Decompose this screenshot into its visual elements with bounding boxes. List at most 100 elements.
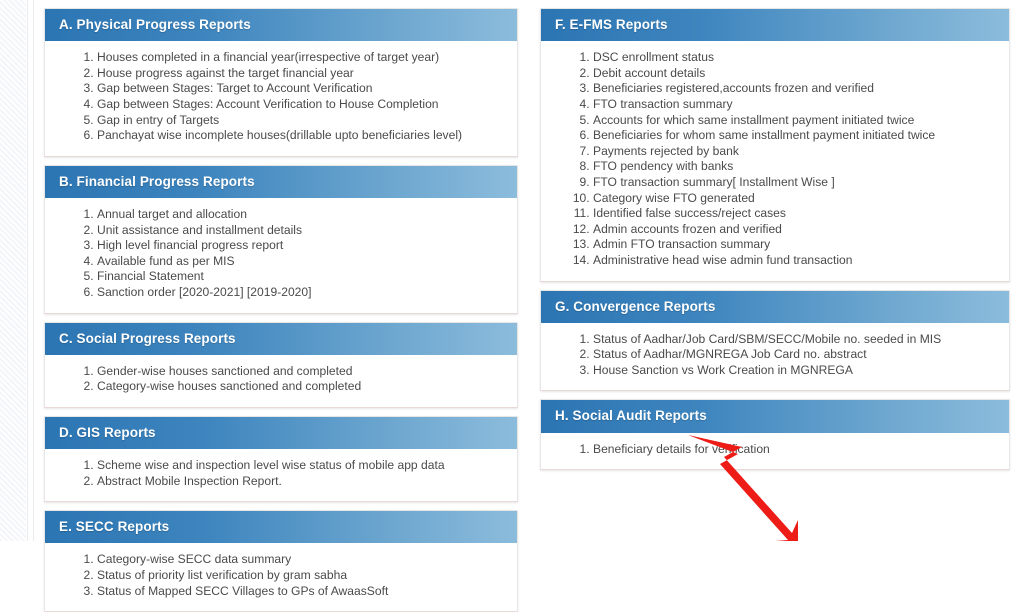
- report-list-item[interactable]: Panchayat wise incomplete houses(drillab…: [97, 128, 507, 144]
- report-list-e-fms-reports: DSC enrollment status Debit account detai…: [551, 50, 999, 268]
- report-link-label[interactable]: FTO transaction summary[ Installment Wis…: [593, 175, 835, 189]
- report-link-label[interactable]: Debit account details: [593, 66, 705, 80]
- report-link-label[interactable]: Gender-wise houses sanctioned and comple…: [97, 364, 352, 378]
- report-link-label[interactable]: Gap between Stages: Target to Account Ve…: [97, 81, 372, 95]
- report-list-item[interactable]: Status of Aadhar/MGNREGA Job Card no. ab…: [593, 347, 999, 363]
- report-list-item[interactable]: Gap in entry of Targets: [97, 113, 507, 129]
- report-card-financial-progress-reports: B. Financial Progress Reports Annual targ…: [44, 164, 518, 314]
- card-header-physical-progress-reports: A. Physical Progress Reports: [45, 9, 517, 42]
- report-link-label[interactable]: Beneficiaries for whom same installment …: [593, 128, 935, 142]
- card-header-social-audit-reports: H. Social Audit Reports: [541, 400, 1009, 433]
- report-link-label[interactable]: DSC enrollment status: [593, 50, 714, 64]
- report-card-e-fms-reports: F. E-FMS Reports DSC enrollment status Deb…: [540, 8, 1010, 282]
- report-list-item[interactable]: Beneficiaries registered,accounts frozen…: [593, 81, 999, 97]
- report-list-item[interactable]: Administrative head wise admin fund tran…: [593, 253, 999, 269]
- report-link-label[interactable]: Houses completed in a financial year(irr…: [97, 50, 439, 64]
- report-list-item[interactable]: Payments rejected by bank: [593, 144, 999, 160]
- report-list-item[interactable]: Status of Aadhar/Job Card/SBM/SECC/Mobil…: [593, 332, 999, 348]
- report-card-social-audit-reports: H. Social Audit Reports Beneficiary detai…: [540, 399, 1010, 471]
- report-link-label[interactable]: Status of Aadhar/Job Card/SBM/SECC/Mobil…: [593, 332, 941, 346]
- report-link-label[interactable]: House progress against the target financ…: [97, 66, 354, 80]
- report-link-label[interactable]: Category wise FTO generated: [593, 191, 755, 205]
- report-list-item[interactable]: Status of Mapped SECC Villages to GPs of…: [97, 584, 507, 600]
- report-list-item[interactable]: Identified false success/reject cases: [593, 206, 999, 222]
- report-list-convergence-reports: Status of Aadhar/Job Card/SBM/SECC/Mobil…: [551, 332, 999, 379]
- report-link-label[interactable]: Unit assistance and installment details: [97, 223, 302, 237]
- card-header-e-fms-reports: F. E-FMS Reports: [541, 9, 1009, 42]
- card-header-social-progress-reports: C. Social Progress Reports: [45, 322, 517, 355]
- card-body-convergence-reports: Status of Aadhar/Job Card/SBM/SECC/Mobil…: [541, 322, 1009, 391]
- report-link-label[interactable]: Status of Mapped SECC Villages to GPs of…: [97, 584, 388, 598]
- report-list-item[interactable]: DSC enrollment status: [593, 50, 999, 66]
- report-list-item[interactable]: Debit account details: [593, 66, 999, 82]
- report-list-item[interactable]: Houses completed in a financial year(irr…: [97, 50, 507, 66]
- report-list-item[interactable]: Category-wise houses sanctioned and comp…: [97, 379, 507, 395]
- report-list-physical-progress-reports: Houses completed in a financial year(irr…: [55, 50, 507, 144]
- report-link-label[interactable]: Accounts for which same installment paym…: [593, 113, 914, 127]
- report-list-social-progress-reports: Gender-wise houses sanctioned and comple…: [55, 364, 507, 395]
- report-list-item[interactable]: Gender-wise houses sanctioned and comple…: [97, 364, 507, 380]
- report-list-item[interactable]: Abstract Mobile Inspection Report.: [97, 474, 507, 490]
- report-link-label[interactable]: High level financial progress report: [97, 238, 283, 252]
- report-link-label[interactable]: Payments rejected by bank: [593, 144, 739, 158]
- report-list-item[interactable]: Admin accounts frozen and verified: [593, 222, 999, 238]
- report-link-label[interactable]: Identified false success/reject cases: [593, 206, 786, 220]
- report-link-label[interactable]: Beneficiary details for verification: [593, 442, 770, 456]
- report-card-convergence-reports: G. Convergence Reports Status of Aadhar/J…: [540, 289, 1010, 392]
- report-card-gis-reports: D. GIS Reports Scheme wise and inspection…: [44, 415, 518, 503]
- report-list-item[interactable]: House progress against the target financ…: [97, 66, 507, 82]
- report-link-label[interactable]: Category-wise SECC data summary: [97, 552, 291, 566]
- report-link-label[interactable]: Status of Aadhar/MGNREGA Job Card no. ab…: [593, 347, 867, 361]
- report-list-item[interactable]: Accounts for which same installment paym…: [593, 113, 999, 129]
- card-body-social-audit-reports: Beneficiary details for verification: [541, 432, 1009, 470]
- right-column: F. E-FMS Reports DSC enrollment status Deb…: [540, 8, 1010, 541]
- report-list-item[interactable]: Beneficiary details for verification: [593, 442, 999, 458]
- report-list-item[interactable]: High level financial progress report: [97, 238, 507, 254]
- report-list-item[interactable]: Unit assistance and installment details: [97, 223, 507, 239]
- report-link-label[interactable]: Annual target and allocation: [97, 207, 247, 221]
- report-list-item[interactable]: Category-wise SECC data summary: [97, 552, 507, 568]
- report-link-label[interactable]: Panchayat wise incomplete houses(drillab…: [97, 128, 462, 142]
- report-link-label[interactable]: Beneficiaries registered,accounts frozen…: [593, 81, 874, 95]
- report-link-label[interactable]: Abstract Mobile Inspection Report.: [97, 474, 282, 488]
- report-list-item[interactable]: Gap between Stages: Account Verification…: [97, 97, 507, 113]
- report-list-item[interactable]: FTO transaction summary[ Installment Wis…: [593, 175, 999, 191]
- report-list-item[interactable]: Financial Statement: [97, 269, 507, 285]
- card-body-social-progress-reports: Gender-wise houses sanctioned and comple…: [45, 354, 517, 407]
- report-card-physical-progress-reports: A. Physical Progress Reports Houses compl…: [44, 8, 518, 157]
- report-list-item[interactable]: Annual target and allocation: [97, 207, 507, 223]
- report-list-item[interactable]: FTO pendency with banks: [593, 159, 999, 175]
- report-link-label[interactable]: Administrative head wise admin fund tran…: [593, 253, 852, 267]
- report-list-item[interactable]: Available fund as per MIS: [97, 254, 507, 270]
- report-link-label[interactable]: Status of priority list verification by …: [97, 568, 347, 582]
- report-list-item[interactable]: Gap between Stages: Target to Account Ve…: [97, 81, 507, 97]
- report-link-label[interactable]: Financial Statement: [97, 269, 204, 283]
- report-list-gis-reports: Scheme wise and inspection level wise st…: [55, 458, 507, 489]
- card-header-gis-reports: D. GIS Reports: [45, 416, 517, 450]
- report-list-item[interactable]: House Sanction vs Work Creation in MGNRE…: [593, 363, 999, 379]
- report-list-item[interactable]: Sanction order [2020-2021] [2019-2020]: [97, 285, 507, 301]
- report-link-label[interactable]: FTO transaction summary: [593, 97, 733, 111]
- report-list-item[interactable]: Category wise FTO generated: [593, 191, 999, 207]
- report-card-secc-reports: E. SECC Reports Category-wise SECC data s…: [44, 510, 518, 612]
- report-link-label[interactable]: Scheme wise and inspection level wise st…: [97, 458, 445, 472]
- report-link-label[interactable]: Admin FTO transaction summary: [593, 237, 770, 251]
- report-list-item[interactable]: Admin FTO transaction summary: [593, 237, 999, 253]
- card-header-financial-progress-reports: B. Financial Progress Reports: [45, 165, 517, 198]
- card-body-financial-progress-reports: Annual target and allocation Unit assista…: [45, 197, 517, 313]
- report-list-item[interactable]: Beneficiaries for whom same installment …: [593, 128, 999, 144]
- report-link-label[interactable]: Available fund as per MIS: [97, 254, 235, 268]
- report-list-item[interactable]: Status of priority list verification by …: [97, 568, 507, 584]
- report-list-secc-reports: Category-wise SECC data summary Status of…: [55, 552, 507, 599]
- report-link-label[interactable]: Sanction order [2020-2021] [2019-2020]: [97, 285, 312, 299]
- report-list-item[interactable]: Scheme wise and inspection level wise st…: [97, 458, 507, 474]
- report-link-label[interactable]: Gap between Stages: Account Verification…: [97, 97, 439, 111]
- report-link-label[interactable]: FTO pendency with banks: [593, 159, 733, 173]
- card-body-physical-progress-reports: Houses completed in a financial year(irr…: [45, 41, 517, 156]
- report-link-label[interactable]: Admin accounts frozen and verified: [593, 222, 782, 236]
- report-list-social-audit-reports: Beneficiary details for verification: [551, 442, 999, 458]
- report-link-label[interactable]: Category-wise houses sanctioned and comp…: [97, 379, 361, 393]
- report-link-label[interactable]: House Sanction vs Work Creation in MGNRE…: [593, 363, 853, 377]
- report-link-label[interactable]: Gap in entry of Targets: [97, 113, 219, 127]
- report-list-item[interactable]: FTO transaction summary: [593, 97, 999, 113]
